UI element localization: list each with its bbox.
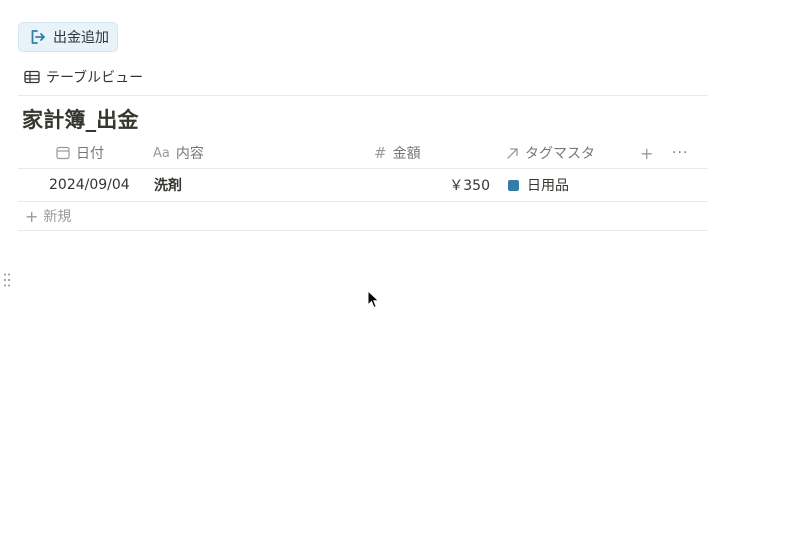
table-header: 日付 Aa 内容 # 金額 タグマスタ + ··· [18, 138, 708, 169]
column-header-content[interactable]: Aa 内容 [153, 138, 204, 168]
plus-icon: + [25, 206, 39, 226]
tab-table-view[interactable]: テーブルビュー [24, 66, 143, 88]
new-row-button[interactable]: + 新規 [18, 202, 708, 231]
column-header-label: 内容 [175, 146, 204, 162]
column-header-amount[interactable]: # 金額 [374, 138, 421, 168]
table-icon [24, 70, 40, 84]
add-expense-button[interactable]: 出金追加 [18, 22, 118, 52]
more-options-button[interactable]: ··· [672, 138, 688, 168]
new-row-label: 新規 [43, 209, 72, 225]
drag-handle-icon[interactable] [3, 272, 11, 288]
mouse-pointer-icon [367, 290, 380, 309]
cell-date[interactable]: 2024/09/04 [49, 169, 130, 201]
number-hash-icon: # [374, 144, 387, 162]
text-aa-icon: Aa [153, 145, 170, 161]
cell-amount[interactable]: ￥350 [449, 169, 490, 201]
add-column-button[interactable]: + [640, 138, 653, 168]
page-square-icon [508, 179, 519, 191]
calendar-icon [56, 146, 70, 160]
add-expense-button-label: 出金追加 [53, 30, 109, 46]
page: 出金追加 テーブルビュー 家計簿_出金 日付 Aa 内容 # 金額 タグマスタ … [0, 0, 800, 536]
exit-arrow-icon [31, 30, 45, 44]
column-header-tag[interactable]: タグマスタ [506, 138, 595, 168]
column-header-label: タグマスタ [525, 146, 595, 162]
column-header-label: 日付 [76, 146, 104, 162]
tab-table-view-label: テーブルビュー [46, 70, 144, 86]
cell-content[interactable]: 洗剤 [154, 169, 182, 201]
divider [18, 95, 708, 96]
column-header-date[interactable]: 日付 [56, 138, 104, 168]
relation-arrow-icon [507, 147, 518, 159]
cell-tag[interactable]: 日用品 [508, 169, 569, 201]
column-header-label: 金額 [392, 146, 421, 162]
tag-label: 日用品 [527, 178, 569, 194]
table-row[interactable]: 2024/09/04 洗剤 ￥350 日用品 [18, 169, 708, 202]
database-title[interactable]: 家計簿_出金 [22, 104, 139, 134]
